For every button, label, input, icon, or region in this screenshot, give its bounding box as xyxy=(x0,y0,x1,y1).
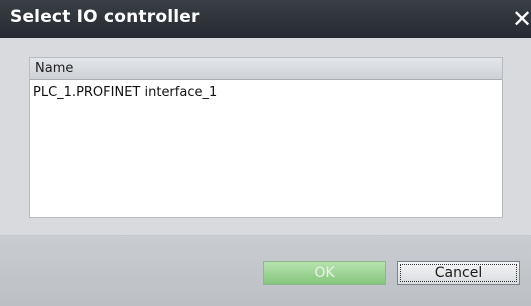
list-item[interactable]: PLC_1.PROFINET interface_1 xyxy=(30,82,502,104)
ok-button[interactable]: OK xyxy=(263,261,386,285)
title-bar[interactable]: Select IO controller ✕ xyxy=(0,0,531,38)
close-icon[interactable]: ✕ xyxy=(511,6,531,32)
cancel-button[interactable]: Cancel xyxy=(397,261,520,285)
button-bar: OK Cancel xyxy=(0,236,531,306)
list-header: Name xyxy=(30,58,502,80)
column-header-name[interactable]: Name xyxy=(35,61,73,76)
dialog-title: Select IO controller xyxy=(10,7,200,27)
dialog-body: Name PLC_1.PROFINET interface_1 OK Cance… xyxy=(0,38,531,306)
select-io-controller-dialog: Select IO controller ✕ Name PLC_1.PROFIN… xyxy=(0,0,531,306)
io-controller-list: Name PLC_1.PROFINET interface_1 xyxy=(29,57,503,218)
list-item-name: PLC_1.PROFINET interface_1 xyxy=(33,85,218,100)
